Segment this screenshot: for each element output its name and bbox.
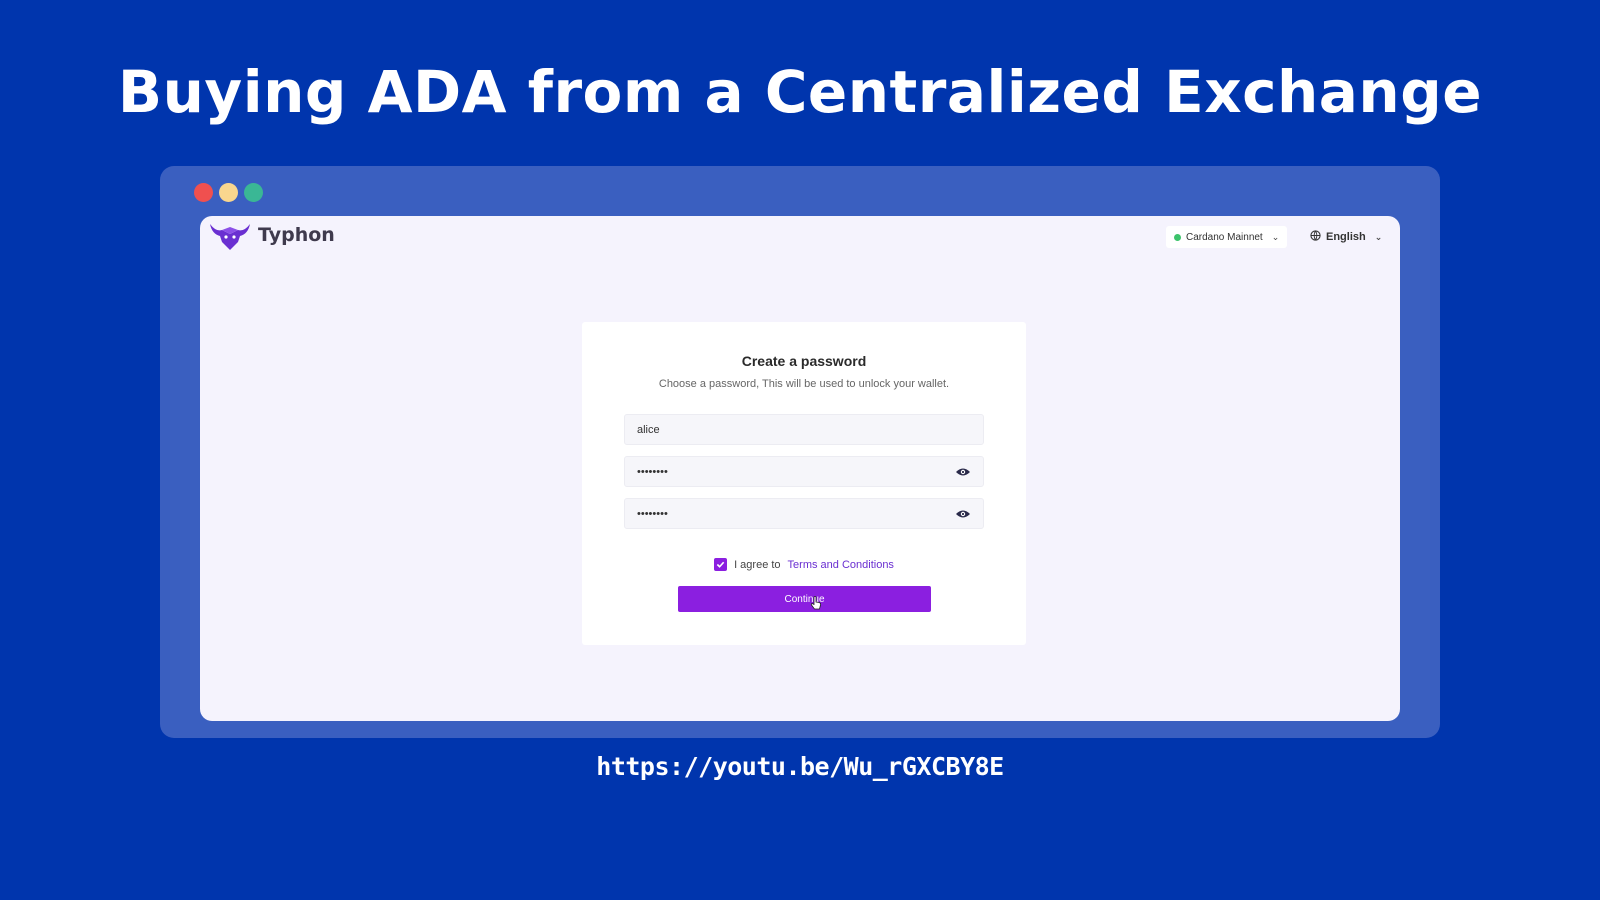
- card-title: Create a password: [741, 353, 867, 369]
- chevron-down-icon: ⌄: [1271, 231, 1280, 242]
- network-select[interactable]: Cardano Mainnet ⌄: [1166, 226, 1288, 248]
- close-window-dot[interactable]: [194, 183, 213, 202]
- typhon-logo-icon: [208, 218, 252, 252]
- maximize-window-dot[interactable]: [244, 183, 263, 202]
- agree-text: I agree to: [734, 558, 781, 571]
- language-label: English: [1326, 231, 1366, 243]
- network-label: Cardano Mainnet: [1186, 231, 1263, 243]
- network-status-dot: [1174, 233, 1181, 241]
- agree-row: I agree to Terms and Conditions: [582, 558, 1026, 571]
- password-value: ••••••••: [637, 465, 668, 478]
- slide-title: Buying ADA from a Centralized Exchange: [117, 58, 1483, 126]
- chevron-down-icon: ⌄: [1374, 231, 1383, 242]
- browser-frame: Typhon Cardano Mainnet ⌄ English ⌄ Creat…: [160, 166, 1440, 738]
- eye-icon[interactable]: [955, 509, 971, 519]
- password-input[interactable]: ••••••••: [624, 456, 984, 487]
- globe-icon: [1310, 230, 1321, 244]
- agree-checkbox[interactable]: [714, 558, 728, 571]
- wallet-name-value: alice: [637, 423, 660, 436]
- terms-link[interactable]: Terms and Conditions: [788, 559, 894, 571]
- card-subtitle: Choose a password, This will be used to …: [658, 378, 950, 390]
- language-select[interactable]: English ⌄: [1310, 226, 1382, 248]
- slide: Buying ADA from a Centralized Exchange T…: [0, 0, 1600, 900]
- confirm-password-value: ••••••••: [637, 507, 668, 520]
- create-password-card: Create a password Choose a password, Thi…: [582, 322, 1026, 645]
- app-header: Typhon Cardano Mainnet ⌄ English ⌄: [200, 216, 1400, 260]
- brand[interactable]: Typhon: [208, 218, 335, 252]
- hand-cursor-icon: [810, 596, 822, 615]
- app-window: Typhon Cardano Mainnet ⌄ English ⌄ Creat…: [200, 216, 1400, 721]
- source-link[interactable]: https://youtu.be/Wu_rGXCBY8E: [0, 752, 1600, 781]
- brand-name: Typhon: [258, 224, 335, 246]
- continue-button[interactable]: Continue: [678, 586, 931, 612]
- minimize-window-dot[interactable]: [219, 183, 238, 202]
- eye-icon[interactable]: [955, 467, 971, 477]
- confirm-password-input[interactable]: ••••••••: [624, 498, 984, 529]
- wallet-name-input[interactable]: alice: [624, 414, 984, 445]
